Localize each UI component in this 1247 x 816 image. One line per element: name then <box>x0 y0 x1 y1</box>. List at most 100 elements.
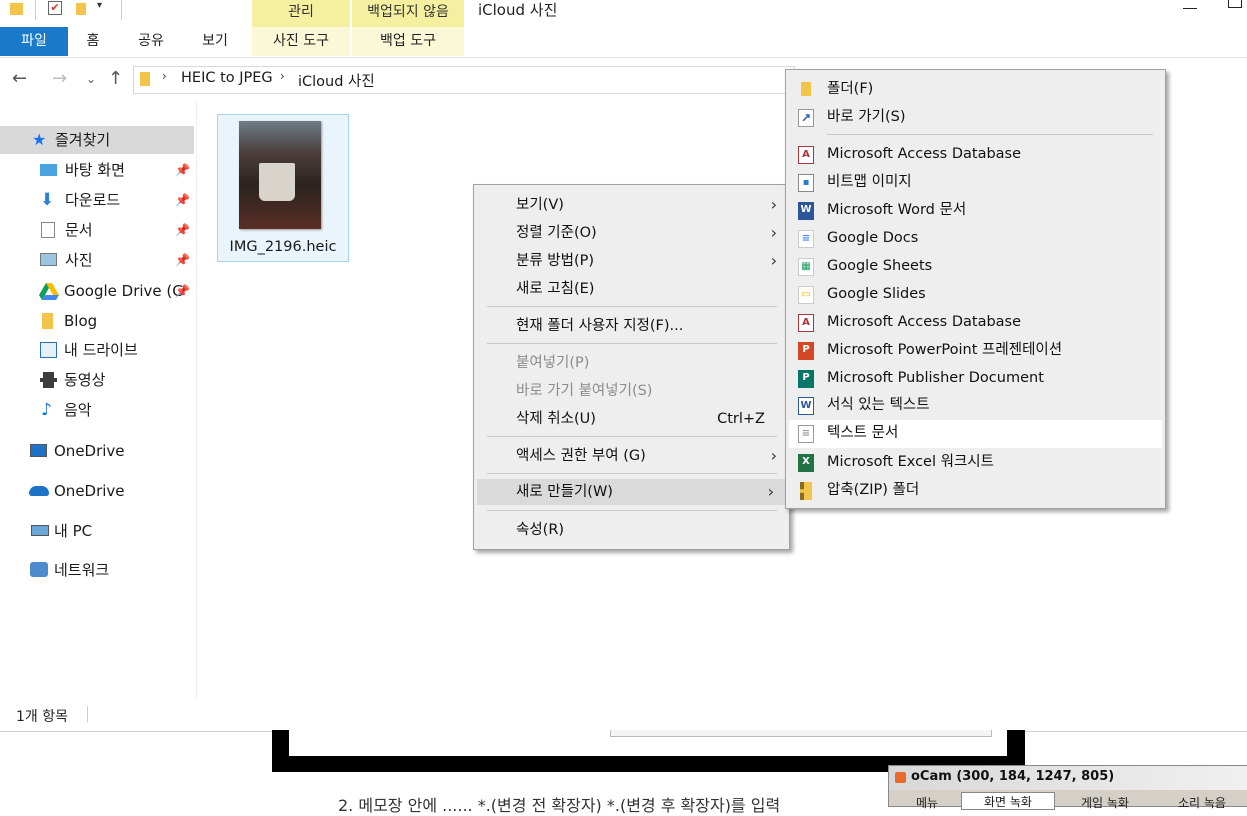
submenu-item-google-docs[interactable]: ≡ Google Docs <box>786 225 1165 251</box>
folder-icon <box>801 82 811 96</box>
maximize-icon[interactable] <box>1228 0 1242 8</box>
submenu-item-powerpoint[interactable]: P Microsoft PowerPoint 프레젠테이션 <box>786 337 1165 363</box>
submenu-item-label: Microsoft Publisher Document <box>827 370 1044 386</box>
breadcrumb-icloud-photos[interactable]: iCloud 사진 <box>298 70 375 91</box>
ocam-tab-game-record[interactable]: 게임 녹화 <box>1059 794 1151 811</box>
pin-icon[interactable]: 📌 <box>175 277 190 305</box>
bitmap-icon: ▪ <box>798 174 814 192</box>
menu-item-group-by[interactable]: 분류 방법(P) › <box>516 248 789 274</box>
sidebar-item-google-drive[interactable]: Google Drive (G 📌 <box>0 277 194 305</box>
menu-item-customize-folder[interactable]: 현재 폴더 사용자 지정(F)... <box>516 313 789 339</box>
menu-item-refresh[interactable]: 새로 고침(E) <box>516 276 789 302</box>
sidebar-item-label: 즐겨찾기 <box>55 131 111 149</box>
recent-locations-chevron-icon[interactable]: ⌄ <box>86 72 96 86</box>
sidebar-item-onedrive-2[interactable]: OneDrive <box>0 477 194 505</box>
sidebar-item-network[interactable]: 네트워크 <box>0 556 194 584</box>
pin-icon[interactable]: 📌 <box>175 216 190 244</box>
submenu-item-label: Microsoft Access Database <box>827 314 1022 330</box>
tab-share[interactable]: 공유 <box>128 27 174 56</box>
address-bar[interactable]: › HEIC to JPEG › iCloud 사진 <box>133 66 795 94</box>
submenu-item-bitmap[interactable]: ▪ 비트맵 이미지 <box>786 169 1165 195</box>
sidebar-item-music[interactable]: ♪ 음악 <box>0 396 194 424</box>
file-item[interactable]: IMG_2196.heic <box>217 114 349 262</box>
video-icon <box>40 372 57 388</box>
sidebar-item-downloads[interactable]: ⬇ 다운로드 📌 <box>0 186 194 214</box>
breadcrumb-heic-to-jpeg[interactable]: HEIC to JPEG <box>181 70 273 86</box>
sidebar-item-onedrive-1[interactable]: OneDrive <box>0 437 194 465</box>
file-thumbnail <box>239 121 321 229</box>
onedrive-icon <box>30 444 47 457</box>
desktop-icon <box>40 164 57 176</box>
submenu-item-publisher[interactable]: P Microsoft Publisher Document <box>786 365 1165 391</box>
sidebar-item-my-drive[interactable]: 내 드라이브 <box>0 336 194 364</box>
menu-item-label: 분류 방법(P) <box>516 253 595 269</box>
menu-item-paste[interactable]: 붙여넣기(P) <box>516 350 789 376</box>
music-icon: ♪ <box>41 400 52 420</box>
ocam-tab-audio-record[interactable]: 소리 녹음 <box>1157 794 1247 811</box>
submenu-item-label: 텍스트 문서 <box>827 425 899 441</box>
back-arrow-icon[interactable]: ← <box>12 68 27 89</box>
pin-icon[interactable]: 📌 <box>175 156 190 184</box>
sidebar-item-label: 내 드라이브 <box>64 341 138 359</box>
powerpoint-icon: P <box>798 342 814 360</box>
tab-view[interactable]: 보기 <box>192 27 238 56</box>
tab-picture-tools[interactable]: 사진 도구 <box>252 27 350 56</box>
minimize-icon[interactable] <box>1183 0 1197 9</box>
sidebar-item-label: 내 PC <box>54 522 93 540</box>
submenu-item-word[interactable]: W Microsoft Word 문서 <box>786 197 1165 223</box>
submenu-item-google-slides[interactable]: ▭ Google Slides <box>786 281 1165 307</box>
sidebar-item-label: 음악 <box>64 401 92 419</box>
menu-item-view[interactable]: 보기(V) › <box>516 192 789 218</box>
ocam-tab-menu[interactable]: 메뉴 <box>899 794 955 811</box>
menu-item-undo-delete[interactable]: 삭제 취소(U) Ctrl+Z <box>516 406 789 432</box>
context-menu: 보기(V) › 정렬 기준(O) › 분류 방법(P) › 새로 고침(E) 현재 폴… <box>473 184 790 550</box>
menu-item-sort-by[interactable]: 정렬 기준(O) › <box>516 220 789 246</box>
sidebar-item-desktop[interactable]: 바탕 화면 📌 <box>0 156 194 184</box>
sidebar-item-pictures[interactable]: 사진 📌 <box>0 246 194 274</box>
context-header-not-backed-up: 백업되지 않음 <box>352 0 464 27</box>
ocam-icon <box>895 772 906 783</box>
sidebar-item-this-pc[interactable]: 내 PC <box>0 517 194 545</box>
submenu-item-folder[interactable]: 폴더(F) <box>786 76 1165 102</box>
submenu-item-zip-folder[interactable]: 압축(ZIP) 폴더 <box>786 477 1165 503</box>
pin-icon[interactable]: 📌 <box>175 246 190 274</box>
access-icon: A <box>798 146 814 164</box>
submenu-item-label: Google Slides <box>827 286 926 302</box>
submenu-item-label: 서식 있는 텍스트 <box>827 397 930 413</box>
menu-item-new[interactable]: 새로 만들기(W) › <box>477 479 786 505</box>
submenu-item-rich-text[interactable]: W 서식 있는 텍스트 <box>786 392 1165 418</box>
menu-item-paste-shortcut[interactable]: 바로 가기 붙여넣기(S) <box>516 378 789 404</box>
properties-icon[interactable]: ✔ <box>48 1 62 15</box>
sidebar-item-documents[interactable]: 문서 📌 <box>0 216 194 244</box>
menu-item-properties[interactable]: 속성(R) <box>516 517 789 543</box>
customize-quick-access-icon[interactable]: ▾ <box>97 0 102 11</box>
sidebar-item-blog[interactable]: Blog <box>0 307 194 335</box>
pin-icon[interactable]: 📌 <box>175 186 190 214</box>
cloud-icon <box>29 486 49 496</box>
tab-file[interactable]: 파일 <box>0 27 68 56</box>
submenu-item-label: Google Sheets <box>827 258 933 274</box>
new-folder-icon[interactable] <box>76 3 86 15</box>
shortcut-icon: ↗ <box>798 109 814 127</box>
menu-item-give-access[interactable]: 액세스 권한 부여 (G) › <box>516 443 789 469</box>
submenu-item-shortcut[interactable]: ↗ 바로 가기(S) <box>786 104 1165 130</box>
submenu-item-google-sheets[interactable]: ▦ Google Sheets <box>786 253 1165 279</box>
sidebar-item-videos[interactable]: 동영상 <box>0 366 194 394</box>
star-icon: ★ <box>32 130 47 149</box>
submenu-item-excel[interactable]: X Microsoft Excel 워크시트 <box>786 449 1165 475</box>
submenu-item-label: Microsoft PowerPoint 프레젠테이션 <box>827 342 1063 358</box>
forward-arrow-icon[interactable]: → <box>52 68 67 89</box>
submenu-item-label: Microsoft Word 문서 <box>827 202 967 218</box>
sidebar-item-label: Blog <box>64 312 98 330</box>
submenu-item-access-database-2[interactable]: A Microsoft Access Database <box>786 309 1165 335</box>
drive-icon <box>40 342 57 358</box>
ocam-tab-screen-record[interactable]: 화면 녹화 <box>961 792 1055 810</box>
submenu-item-text-document[interactable]: ≡ 텍스트 문서 <box>789 420 1162 448</box>
tab-backup-tools[interactable]: 백업 도구 <box>352 27 464 56</box>
folder-icon[interactable] <box>10 3 23 15</box>
text-document-icon: ≡ <box>798 425 814 443</box>
sidebar-item-quick-access[interactable]: ★ 즐겨찾기 <box>0 126 194 154</box>
up-arrow-icon[interactable]: ↑ <box>108 68 123 89</box>
tab-home[interactable]: 홈 <box>74 27 112 56</box>
submenu-item-access-database-1[interactable]: A Microsoft Access Database <box>786 141 1165 167</box>
